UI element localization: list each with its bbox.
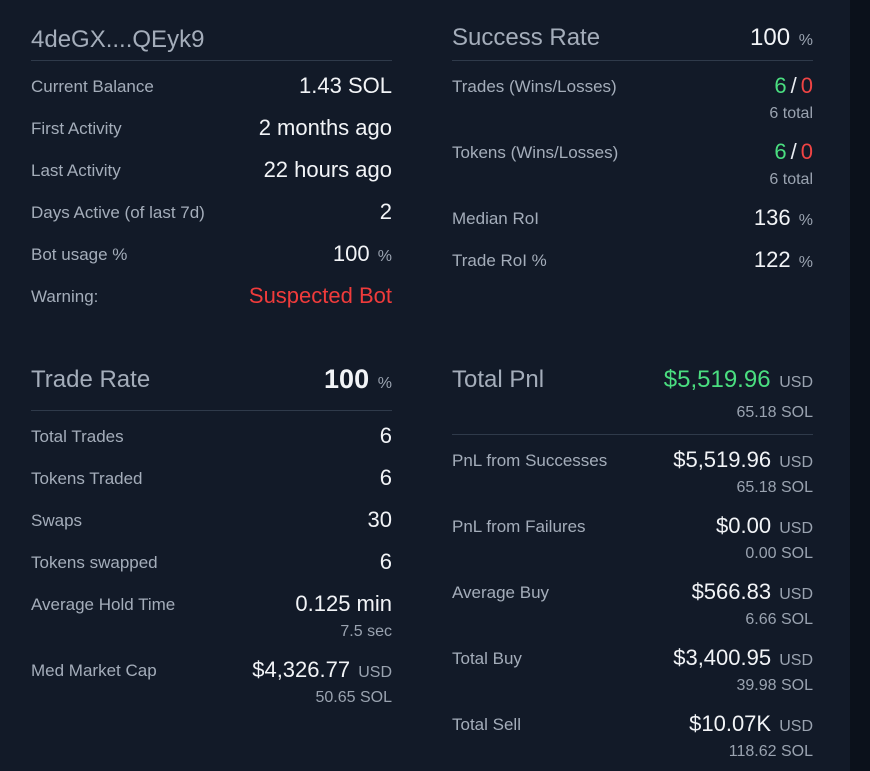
pnl-failures-label: PnL from Failures <box>452 517 586 536</box>
total-sell-sub: 118.62 SOL <box>728 743 813 760</box>
warning-label: Warning: <box>31 287 99 306</box>
pnl-header: Total Pnl $5,519.96 USD 65.18 SOL <box>452 356 813 435</box>
total-buy-label: Total Buy <box>452 649 522 668</box>
median-roi-row: Median RoI 136 % <box>452 197 813 239</box>
wins-count: 6 <box>774 139 787 164</box>
tokens-swapped-label: Tokens swapped <box>31 553 158 572</box>
med-market-cap-label: Med Market Cap <box>31 661 157 680</box>
trade-roi-value: 122 % <box>753 247 813 272</box>
current-balance-value: 1.43 SOL <box>299 73 392 98</box>
average-buy-sub: 6.66 SOL <box>745 611 813 628</box>
total-pnl-sub: 65.18 SOL <box>736 404 814 421</box>
stat-row: Days Active (of last 7d) 2 <box>31 191 392 233</box>
trade-rate-title: Trade Rate <box>31 366 151 393</box>
stat-row: First Activity 2 months ago <box>31 107 392 149</box>
tokens-wins-losses-row: Tokens (Wins/Losses) 6/0 6 total <box>452 131 813 197</box>
stat-row: Bot usage % 100 % <box>31 233 392 275</box>
swaps-value: 30 <box>367 507 392 532</box>
total-buy-value: $3,400.95 USD <box>673 645 813 670</box>
stat-row: Current Balance 1.43 SOL <box>31 65 392 107</box>
trade-rate-header: Trade Rate 100 % <box>31 356 392 411</box>
bot-usage-value: 100 % <box>332 241 392 266</box>
trades-wins-losses-value: 6/0 <box>774 73 813 98</box>
success-rate-section: Success Rate 100 % Trades (Wins/Losses) … <box>452 14 813 281</box>
pnl-successes-value: $5,519.96 USD <box>673 447 813 472</box>
tokens-traded-value: 6 <box>379 465 392 490</box>
average-buy-label: Average Buy <box>452 583 550 602</box>
last-activity-value: 22 hours ago <box>263 157 392 182</box>
tokens-wins-losses-label: Tokens (Wins/Losses) <box>452 143 619 162</box>
tokens-traded-label: Tokens Traded <box>31 469 143 488</box>
total-sell-value: $10.07K USD <box>689 711 813 736</box>
losses-count: 0 <box>800 73 813 98</box>
trade-roi-row: Trade RoI % 122 % <box>452 239 813 281</box>
pnl-row: Average Buy $566.83 USD 6.66 SOL <box>452 571 813 637</box>
pnl-successes-label: PnL from Successes <box>452 451 608 470</box>
total-trades-label: Total Trades <box>31 427 124 446</box>
pnl-section: Total Pnl $5,519.96 USD 65.18 SOL PnL fr… <box>452 356 813 769</box>
med-market-cap-row: Med Market Cap $4,326.77 USD 50.65 SOL <box>31 649 392 715</box>
pnl-row: PnL from Successes $5,519.96 USD 65.18 S… <box>452 439 813 505</box>
hold-time-label: Average Hold Time <box>31 595 176 614</box>
total-pnl-value: $5,519.96 USD <box>663 366 813 393</box>
bot-usage-label: Bot usage % <box>31 245 128 264</box>
med-market-cap-value: $4,326.77 USD <box>252 657 392 682</box>
stat-row: Warning: Suspected Bot <box>31 275 392 317</box>
first-activity-label: First Activity <box>31 119 122 138</box>
pnl-row: Total Buy $3,400.95 USD 39.98 SOL <box>452 637 813 703</box>
losses-count: 0 <box>800 139 813 164</box>
stat-row: Tokens Traded 6 <box>31 457 392 499</box>
pnl-failures-sub: 0.00 SOL <box>745 545 813 562</box>
pnl-failures-value: $0.00 USD <box>716 513 813 538</box>
success-rate-value: 100 % <box>750 24 813 51</box>
percent-unit: % <box>377 248 392 265</box>
days-active-label: Days Active (of last 7d) <box>31 203 205 222</box>
current-balance-label: Current Balance <box>31 77 154 96</box>
hold-time-value: 0.125 min <box>295 591 392 616</box>
first-activity-value: 2 months ago <box>258 115 392 140</box>
trade-rate-value: 100 % <box>324 364 392 394</box>
total-sell-label: Total Sell <box>452 715 521 734</box>
success-rate-header: Success Rate 100 % <box>452 14 813 61</box>
trades-wins-losses-row: Trades (Wins/Losses) 6/0 6 total <box>452 65 813 131</box>
wins-count: 6 <box>774 73 787 98</box>
stat-row: Total Trades 6 <box>31 415 392 457</box>
total-buy-sub: 39.98 SOL <box>736 677 814 694</box>
trade-roi-label: Trade RoI % <box>452 251 547 270</box>
suspected-bot-badge: Suspected Bot <box>248 283 392 308</box>
wallet-stats-panel: 4deGX....QEyk9 Current Balance 1.43 SOL … <box>0 0 850 771</box>
page-scrollbar[interactable] <box>850 0 870 771</box>
median-roi-value: 136 % <box>753 205 813 230</box>
stat-row: Swaps 30 <box>31 499 392 541</box>
trade-rate-section: Trade Rate 100 % Total Trades 6 Tokens T… <box>31 356 392 715</box>
pnl-successes-sub: 65.18 SOL <box>736 479 814 496</box>
median-roi-label: Median RoI <box>452 209 539 228</box>
total-pnl-title: Total Pnl <box>452 366 545 393</box>
pnl-row: Total Sell $10.07K USD 118.62 SOL <box>452 703 813 769</box>
tokens-swapped-value: 6 <box>379 549 392 574</box>
trades-total: 6 total <box>769 105 813 122</box>
average-buy-value: $566.83 USD <box>691 579 813 604</box>
hold-time-sub: 7.5 sec <box>340 623 392 640</box>
tokens-total: 6 total <box>769 171 813 188</box>
tokens-wins-losses-value: 6/0 <box>774 139 813 164</box>
swaps-label: Swaps <box>31 511 83 530</box>
last-activity-label: Last Activity <box>31 161 121 180</box>
success-rate-title: Success Rate <box>452 24 601 51</box>
pnl-row: PnL from Failures $0.00 USD 0.00 SOL <box>452 505 813 571</box>
stat-row: Tokens swapped 6 <box>31 541 392 583</box>
wallet-section: 4deGX....QEyk9 Current Balance 1.43 SOL … <box>31 14 392 317</box>
wallet-address-link[interactable]: 4deGX....QEyk9 <box>31 26 204 54</box>
days-active-value: 2 <box>379 199 392 224</box>
hold-time-row: Average Hold Time 0.125 min 7.5 sec <box>31 583 392 649</box>
trades-wins-losses-label: Trades (Wins/Losses) <box>452 77 617 96</box>
total-trades-value: 6 <box>379 423 392 448</box>
med-market-cap-sub: 50.65 SOL <box>315 689 393 706</box>
stat-row: Last Activity 22 hours ago <box>31 149 392 191</box>
wallet-header: 4deGX....QEyk9 <box>31 14 392 61</box>
